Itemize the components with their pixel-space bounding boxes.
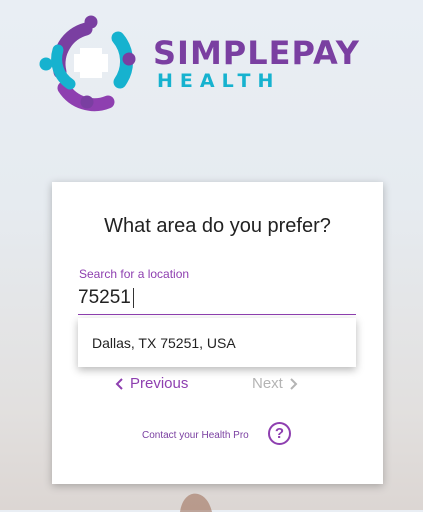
brand-name: SIMPLEPAY (153, 34, 360, 72)
search-label: Search for a location (79, 267, 190, 281)
chevron-right-icon (290, 377, 298, 390)
brand-subname: HEALTH (157, 70, 281, 92)
search-underline (78, 314, 356, 315)
suggestions-dropdown: Dallas, TX 75251, USA (78, 318, 356, 367)
chevron-left-icon (115, 377, 123, 390)
previous-button[interactable]: Previous (115, 375, 188, 392)
search-input[interactable] (76, 283, 358, 313)
hands-circle-logo (39, 15, 136, 112)
previous-label: Previous (130, 375, 189, 392)
next-button[interactable]: Next (252, 375, 298, 392)
question-heading: What area do you prefer? (104, 215, 331, 237)
suggestion-item[interactable]: Dallas, TX 75251, USA (92, 335, 236, 351)
contact-link[interactable]: Contact your Health Pro (142, 430, 249, 441)
next-label: Next (252, 375, 283, 392)
hand-image-fragment (180, 493, 212, 512)
text-caret (133, 288, 134, 308)
help-icon[interactable]: ? (268, 422, 291, 445)
